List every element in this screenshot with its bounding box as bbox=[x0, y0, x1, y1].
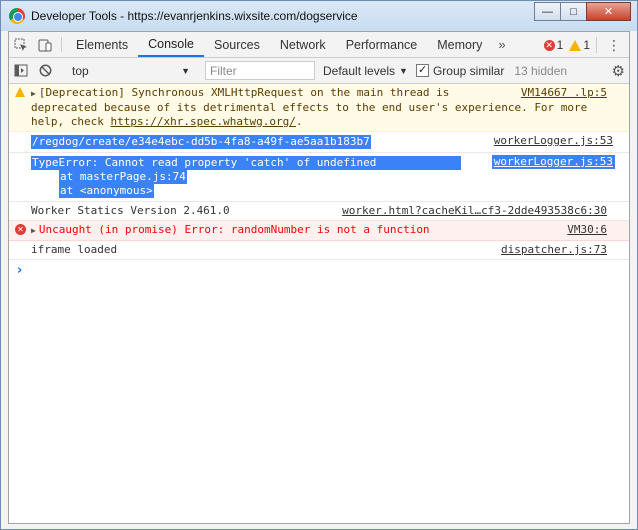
chrome-icon bbox=[9, 8, 25, 24]
filter-input[interactable] bbox=[205, 61, 315, 80]
message-text: /regdog/create/e34e4ebc-dd5b-4fa8-a49f-a… bbox=[31, 135, 371, 149]
message-line: help, check https://xhr.spec.whatwg.org/… bbox=[31, 115, 621, 129]
group-similar-label: Group similar bbox=[432, 63, 505, 78]
console-message-info[interactable]: worker.html?cacheKil…cf3-2dde493538c6:30… bbox=[9, 202, 629, 221]
message-text: Uncaught (in promise) Error: randomNumbe… bbox=[38, 223, 430, 236]
hidden-messages-count: 13 hidden bbox=[514, 63, 568, 78]
message-text: TypeError: Cannot read property 'catch' … bbox=[31, 156, 461, 170]
console-log[interactable]: VM14667 .lp:5 ▶ [Deprecation] Synchronous… bbox=[9, 84, 629, 282]
devtools-window: Developer Tools - https://evanrjenkins.w… bbox=[0, 0, 638, 530]
context-selector[interactable]: top ▼ bbox=[66, 64, 196, 78]
error-counter[interactable]: ✕ 1 bbox=[543, 38, 564, 52]
message-source-link[interactable]: dispatcher.js:73 bbox=[501, 243, 607, 257]
toolbar-divider bbox=[61, 37, 62, 52]
group-similar-toggle[interactable]: Group similar bbox=[415, 63, 505, 78]
tab-sources[interactable]: Sources bbox=[204, 32, 270, 57]
message-text: deprecated because of its detrimental ef… bbox=[31, 101, 588, 114]
log-levels-label: Default levels bbox=[323, 63, 396, 78]
chevron-down-icon: ▼ bbox=[181, 65, 190, 76]
context-value: top bbox=[72, 63, 89, 78]
expand-triangle-icon[interactable]: ▶ bbox=[31, 87, 36, 101]
maximize-button[interactable]: □ bbox=[560, 2, 587, 21]
message-text: Worker Statics Version 2.461.0 bbox=[31, 204, 230, 217]
kebab-menu-icon[interactable]: ⋮ bbox=[603, 37, 625, 54]
inspect-element-icon[interactable] bbox=[9, 32, 33, 57]
tab-performance[interactable]: Performance bbox=[336, 32, 428, 57]
help-link[interactable]: https://xhr.spec.whatwg.org/ bbox=[110, 115, 295, 128]
message-source-link[interactable]: worker.html?cacheKil…cf3-2dde493538c6:30 bbox=[342, 204, 607, 218]
chevron-down-icon: ▼ bbox=[399, 65, 408, 76]
console-message-warning[interactable]: VM14667 .lp:5 ▶ [Deprecation] Synchronous… bbox=[9, 84, 629, 132]
console-message-error[interactable]: ✕ VM30:6 ▶ Uncaught (in promise) Error: r… bbox=[9, 221, 629, 241]
warning-count: 1 bbox=[583, 38, 590, 52]
message-text: . bbox=[295, 115, 303, 128]
tab-console[interactable]: Console bbox=[138, 32, 204, 57]
warning-icon bbox=[569, 39, 582, 51]
issue-counters: ✕ 1 1 ⋮ bbox=[543, 32, 625, 58]
window-title: Developer Tools - https://evanrjenkins.w… bbox=[31, 9, 358, 23]
message-text: [Deprecation] Synchronous XMLHttpRequest… bbox=[38, 86, 450, 99]
main-tab-bar: Elements Console Sources Network Perform… bbox=[9, 32, 629, 58]
expand-triangle-icon[interactable]: ▶ bbox=[31, 224, 36, 238]
window-controls: — □ ✕ bbox=[534, 2, 631, 21]
console-message-info[interactable]: dispatcher.js:73 iframe loaded bbox=[9, 241, 629, 260]
tab-memory[interactable]: Memory bbox=[427, 32, 492, 57]
message-source-link[interactable]: VM14667 .lp:5 bbox=[521, 86, 607, 100]
console-prompt[interactable]: › bbox=[9, 260, 629, 282]
minimize-button[interactable]: — bbox=[534, 2, 561, 21]
message-text: help, check bbox=[31, 115, 111, 128]
toolbar-divider bbox=[596, 37, 597, 53]
console-message-selected[interactable]: workerLogger.js:53 /regdog/create/e34e4e… bbox=[9, 132, 629, 153]
message-text: iframe loaded bbox=[31, 243, 118, 256]
tab-network[interactable]: Network bbox=[270, 32, 336, 57]
stack-frame: at <anonymous> bbox=[59, 184, 154, 198]
stack-frame: at masterPage.js:74 bbox=[59, 170, 187, 184]
clear-console-icon[interactable] bbox=[33, 64, 57, 77]
warning-counter[interactable]: 1 bbox=[569, 38, 590, 52]
title-bar[interactable]: Developer Tools - https://evanrjenkins.w… bbox=[1, 1, 637, 31]
sidebar-toggle-icon[interactable] bbox=[9, 64, 33, 77]
error-icon: ✕ bbox=[15, 224, 26, 235]
group-similar-checkbox[interactable] bbox=[415, 63, 429, 77]
warning-icon bbox=[15, 87, 25, 97]
devtools-panel: Elements Console Sources Network Perform… bbox=[8, 31, 630, 524]
device-toolbar-icon[interactable] bbox=[33, 32, 57, 57]
log-levels-dropdown[interactable]: Default levels ▼ bbox=[323, 64, 408, 78]
error-count: 1 bbox=[556, 38, 564, 52]
gear-icon[interactable]: ⚙ bbox=[612, 62, 625, 80]
more-tabs-button[interactable]: » bbox=[492, 32, 511, 57]
close-button[interactable]: ✕ bbox=[586, 2, 631, 21]
console-toolbar: top ▼ Default levels ▼ Group similar 13 … bbox=[9, 58, 629, 84]
console-message-selected[interactable]: workerLogger.js:53 TypeError: Cannot rea… bbox=[9, 153, 629, 202]
tab-elements[interactable]: Elements bbox=[66, 32, 138, 57]
error-icon: ✕ bbox=[543, 39, 555, 51]
message-source-link[interactable]: workerLogger.js:53 bbox=[492, 134, 615, 148]
message-source-link[interactable]: workerLogger.js:53 bbox=[491, 155, 615, 169]
message-source-link[interactable]: VM30:6 bbox=[567, 223, 607, 237]
